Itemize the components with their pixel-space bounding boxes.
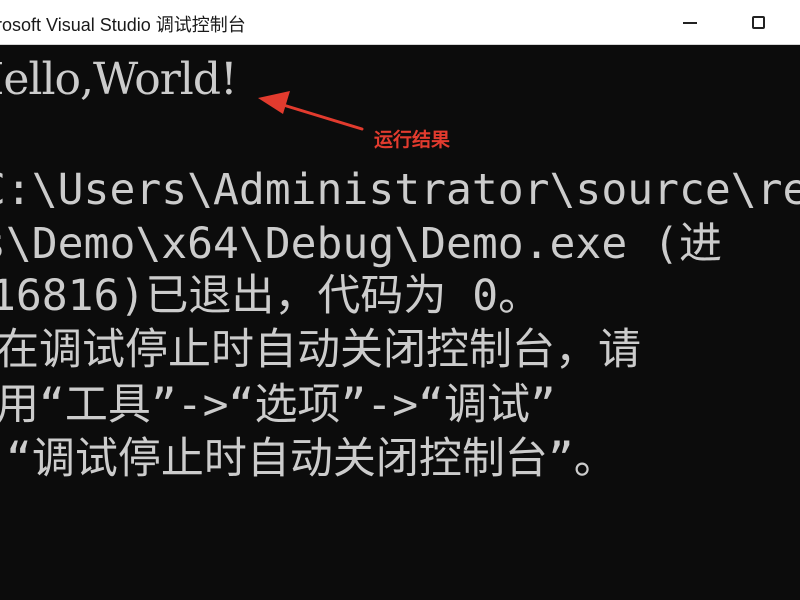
console-line-output: Hello,World! xyxy=(0,54,238,105)
console-line: 在调试停止时自动关闭控制台，请 xyxy=(0,325,641,375)
minimize-icon xyxy=(683,21,697,24)
console-line: 16816)已退出，代码为 0。 xyxy=(0,271,542,321)
annotation-label: 运行结果 xyxy=(374,129,451,151)
window-title: rosoft Visual Studio 调试控制台 xyxy=(0,15,246,35)
console-line: s\Demo\x64\Debug\Demo.exe (进 xyxy=(0,219,722,269)
console-line: 用“工具”->“选项”->“调试” xyxy=(0,380,556,430)
maximize-icon xyxy=(751,16,765,29)
console-line: C:\Users\Administrator\source\re xyxy=(0,165,800,215)
title-bar: rosoft Visual Studio 调试控制台 xyxy=(0,0,800,45)
maximize-button[interactable] xyxy=(735,0,781,44)
minimize-button[interactable] xyxy=(667,0,713,44)
console-line: “调试停止时自动关闭控制台”。 xyxy=(6,434,617,484)
